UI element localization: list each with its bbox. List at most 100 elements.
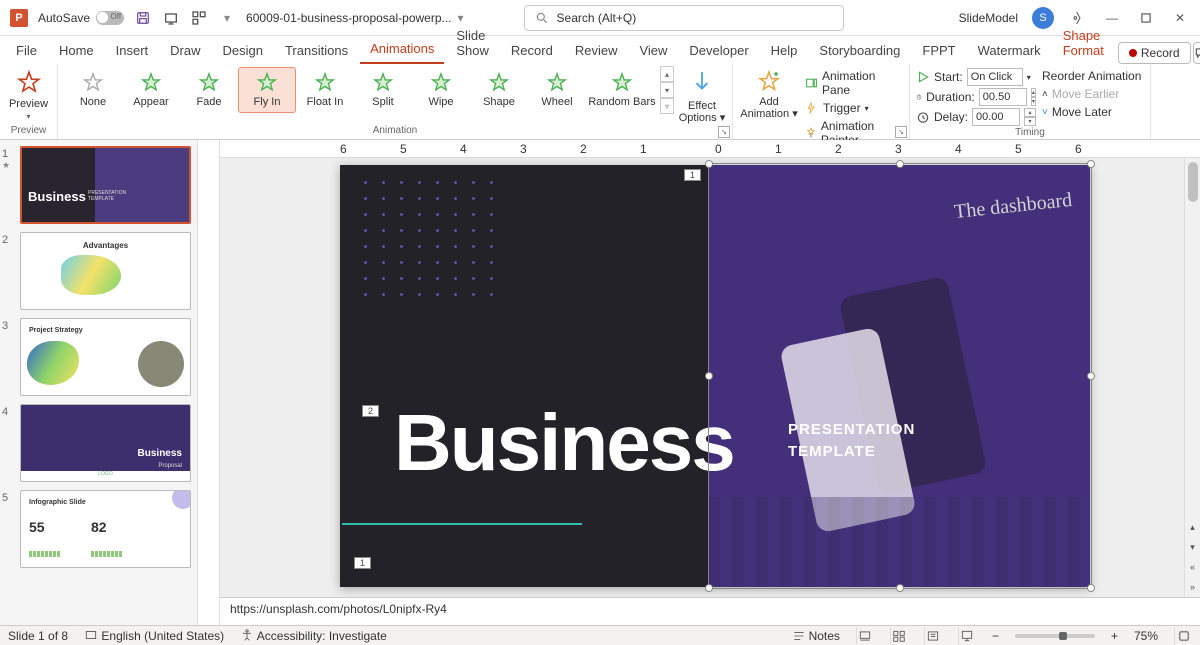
anim-tag-1[interactable]: 1: [684, 169, 701, 181]
add-animation-button[interactable]: AddAnimation ▾: [739, 66, 799, 120]
thumbnail-4[interactable]: Business Proposal LOGO: [20, 404, 191, 482]
pane-icon: [805, 76, 818, 90]
animation-launcher[interactable]: ↘: [718, 126, 730, 138]
notes-icon: [792, 629, 806, 643]
anim-fly-in[interactable]: Fly In: [238, 67, 296, 113]
tab-developer[interactable]: Developer: [679, 39, 758, 64]
sorter-view-icon[interactable]: [890, 627, 908, 645]
thumb-number: 3: [2, 318, 14, 396]
anim-split[interactable]: Split: [354, 68, 412, 112]
tab-slideshow[interactable]: Slide Show: [446, 24, 499, 64]
anim-fade[interactable]: Fade: [180, 68, 238, 112]
reorder-label: Reorder Animation: [1040, 68, 1144, 84]
delay-input[interactable]: [972, 108, 1020, 126]
normal-view-icon[interactable]: [856, 627, 874, 645]
zoom-out-button[interactable]: −: [992, 629, 999, 643]
qat-dropdown-icon[interactable]: ▾: [218, 9, 236, 27]
duration-input[interactable]: [979, 88, 1027, 106]
delay-icon: [916, 110, 930, 124]
anim-wheel[interactable]: Wheel: [528, 68, 586, 112]
lang-indicator[interactable]: English (United States): [84, 628, 224, 643]
tab-storyboarding[interactable]: Storyboarding: [809, 39, 910, 64]
notes-pane[interactable]: https://unsplash.com/photos/L0nipfx-Ry4: [220, 597, 1200, 625]
tab-file[interactable]: File: [6, 39, 47, 64]
animation-pane-button[interactable]: Animation Pane: [803, 68, 903, 98]
group-label-timing: Timing: [916, 126, 1144, 139]
record-dot-icon: [1129, 49, 1137, 57]
quick-access-icon[interactable]: [190, 9, 208, 27]
anim-appear[interactable]: Appear: [122, 68, 180, 112]
comments-button[interactable]: [1193, 42, 1200, 64]
tab-animations[interactable]: Animations: [360, 37, 444, 64]
anim-float-in[interactable]: Float In: [296, 68, 354, 112]
slide-thumbnails[interactable]: 1★ BusinessPRESENTATIONTEMPLATE 2 Advant…: [0, 140, 198, 625]
vertical-scrollbar[interactable]: ▴ ▾ « »: [1184, 158, 1200, 597]
toggle-switch[interactable]: Off: [96, 11, 124, 25]
record-button[interactable]: Record: [1118, 42, 1191, 64]
selection-frame[interactable]: [708, 163, 1092, 589]
start-dropdown[interactable]: [967, 68, 1023, 86]
document-title[interactable]: 60009-01-business-proposal-powerp...▾: [246, 11, 463, 25]
account-name[interactable]: SlideModel: [959, 11, 1018, 25]
anim-shape[interactable]: Shape: [470, 68, 528, 112]
scroll-down-icon[interactable]: ▾: [1185, 537, 1200, 557]
trigger-button[interactable]: Trigger ▾: [803, 100, 903, 116]
fit-window-icon[interactable]: [1174, 627, 1192, 645]
scroll-up-icon[interactable]: ▴: [1185, 517, 1200, 537]
accessibility-indicator[interactable]: Accessibility: Investigate: [240, 628, 387, 643]
maximize-button[interactable]: [1136, 8, 1156, 28]
move-later-button[interactable]: ˅Move Later: [1040, 104, 1144, 120]
star-none-icon: [82, 72, 104, 94]
slideshow-view-icon[interactable]: [958, 627, 976, 645]
delay-spinner[interactable]: ▴▾: [1024, 108, 1036, 126]
tab-record[interactable]: Record: [501, 39, 563, 64]
user-avatar[interactable]: S: [1032, 7, 1054, 29]
tab-view[interactable]: View: [629, 39, 677, 64]
reading-view-icon[interactable]: [924, 627, 942, 645]
next-slide-icon[interactable]: »: [1185, 577, 1200, 597]
tab-fppt[interactable]: FPPT: [912, 39, 965, 64]
anim-tag-2[interactable]: 2: [362, 405, 379, 417]
zoom-in-button[interactable]: +: [1111, 629, 1118, 643]
star-flyin-icon: [256, 72, 278, 94]
advanced-launcher[interactable]: ↘: [895, 126, 907, 138]
gallery-scroll[interactable]: ▴▾▿: [660, 66, 674, 114]
star-shape-icon: [488, 72, 510, 94]
preview-button[interactable]: Preview ▾: [5, 66, 53, 121]
thumb-number: 2: [2, 232, 14, 310]
anim-none[interactable]: None: [64, 68, 122, 112]
scrollbar-thumb[interactable]: [1188, 162, 1198, 202]
animation-gallery[interactable]: None Appear Fade Fly In Float In Split W…: [64, 66, 674, 114]
tab-draw[interactable]: Draw: [160, 39, 210, 64]
thumbnail-1[interactable]: BusinessPRESENTATIONTEMPLATE: [20, 146, 191, 224]
search-box[interactable]: Search (Alt+Q): [524, 5, 844, 31]
tab-transitions[interactable]: Transitions: [275, 39, 358, 64]
save-icon[interactable]: [134, 9, 152, 27]
duration-spinner[interactable]: ▴▾: [1031, 88, 1036, 106]
thumbnail-2[interactable]: Advantages: [20, 232, 191, 310]
title-text: Business: [394, 397, 734, 489]
zoom-slider[interactable]: [1015, 634, 1095, 638]
anim-wipe[interactable]: Wipe: [412, 68, 470, 112]
zoom-level[interactable]: 75%: [1134, 629, 1158, 643]
slide-canvas[interactable]: 6543210123456 The dashboard Business PRE…: [220, 140, 1200, 625]
tab-design[interactable]: Design: [213, 39, 273, 64]
close-button[interactable]: ✕: [1170, 8, 1190, 28]
thumbnail-3[interactable]: Project Strategy: [20, 318, 191, 396]
move-earlier-button[interactable]: ˄Move Earlier: [1040, 86, 1144, 102]
notes-button[interactable]: Notes: [792, 629, 840, 643]
tab-insert[interactable]: Insert: [106, 39, 159, 64]
tab-shape-format[interactable]: Shape Format: [1053, 24, 1114, 64]
autosave-toggle[interactable]: AutoSave Off: [38, 11, 124, 25]
anim-tag-3[interactable]: 1: [354, 557, 371, 569]
tab-watermark[interactable]: Watermark: [968, 39, 1051, 64]
thumbnail-5[interactable]: Infographic Slide 55 82: [20, 490, 191, 568]
prev-slide-icon[interactable]: «: [1185, 557, 1200, 577]
add-anim-icon: [757, 70, 781, 94]
tab-help[interactable]: Help: [761, 39, 808, 64]
anim-random-bars[interactable]: Random Bars: [586, 68, 658, 112]
export-icon[interactable]: [162, 9, 180, 27]
effect-options-button[interactable]: EffectOptions ▾: [678, 66, 726, 124]
tab-home[interactable]: Home: [49, 39, 104, 64]
tab-review[interactable]: Review: [565, 39, 628, 64]
